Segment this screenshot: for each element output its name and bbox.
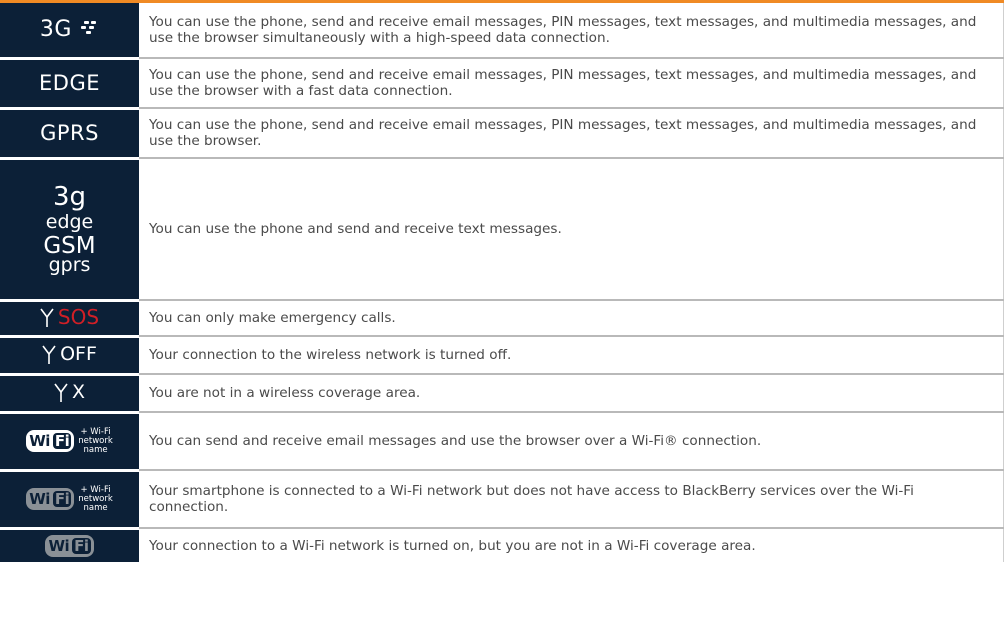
indicator-label-gprs: gprs (48, 253, 91, 276)
network-indicator-table-page: 3G You can use the phone, send and recei… (0, 0, 1004, 638)
wifi-logo-dimmed-icon: Wi Fi (26, 488, 75, 510)
table-row: X You are not in a wireless coverage are… (0, 374, 1004, 414)
antenna-icon (54, 383, 68, 402)
table-row: GPRS You can use the phone, send and rec… (0, 108, 1004, 160)
indicator-label: X (71, 380, 86, 403)
wifi-logo-fi: Fi (72, 536, 91, 555)
indicator-description: You can use the phone, send and receive … (139, 58, 1004, 109)
wifi-logo-wi: Wi (29, 490, 50, 508)
indicator-label: 3G (39, 17, 72, 43)
network-indicator-table: 3G You can use the phone, send and recei… (0, 3, 1004, 562)
wifi-logo-fi: Fi (52, 432, 72, 450)
indicator-description: You can use the phone, send and receive … (139, 108, 1004, 159)
table-row: Wi Fi + Wi-Fi network name Your smartpho… (0, 470, 1004, 530)
wifi-logo-wi: Wi (48, 536, 70, 555)
indicator-description: Your connection to the wireless network … (139, 336, 1004, 375)
indicator-edge: EDGE (0, 58, 139, 110)
table-row: 3G You can use the phone, send and recei… (0, 3, 1004, 60)
indicator-label-3g: 3g (52, 181, 87, 212)
indicator-stacked-voice-only: 3g edge GSM gprs (0, 158, 139, 302)
indicator-description: You can use the phone and send and recei… (139, 158, 1004, 301)
wifi-logo-dimmed-icon: Wi Fi (45, 534, 94, 557)
indicator-wifi-connected: Wi Fi + Wi-Fi network name (0, 412, 139, 472)
wifi-logo-wi: Wi (29, 432, 50, 450)
table-row: SOS You can only make emergency calls. (0, 300, 1004, 338)
indicator-wifi-no-services: Wi Fi + Wi-Fi network name (0, 470, 139, 530)
indicator-label: GPRS (40, 121, 99, 145)
indicator-description: Your smartphone is connected to a Wi-Fi … (139, 470, 1004, 529)
indicator-description: Your connection to a Wi-Fi network is tu… (139, 528, 1004, 562)
indicator-label-edge: edge (45, 210, 94, 233)
indicator-3g: 3G (0, 3, 139, 60)
indicator-no-coverage: X (0, 374, 139, 414)
indicator-description: You are not in a wireless coverage area. (139, 374, 1004, 413)
wifi-logo-icon: Wi Fi (26, 430, 75, 452)
wifi-network-name-note: + Wi-Fi network name (78, 426, 113, 455)
table-row: OFF Your connection to the wireless netw… (0, 336, 1004, 376)
indicator-label: SOS (57, 305, 100, 329)
indicator-sos: SOS (0, 300, 139, 338)
table-row: Wi Fi Your connection to a Wi-Fi network… (0, 528, 1004, 562)
indicator-wifi-no-coverage: Wi Fi (0, 528, 139, 562)
antenna-icon (40, 308, 54, 327)
indicator-gprs: GPRS (0, 108, 139, 160)
indicator-label: OFF (60, 342, 97, 365)
table-row: EDGE You can use the phone, send and rec… (0, 58, 1004, 110)
table-row: Wi Fi + Wi-Fi network name You can send … (0, 412, 1004, 472)
indicator-description: You can use the phone, send and receive … (139, 3, 1004, 59)
antenna-icon (42, 345, 56, 364)
wifi-logo-fi: Fi (52, 490, 72, 508)
table-row: 3g edge GSM gprs You can use the phone a… (0, 158, 1004, 302)
indicator-description: You can only make emergency calls. (139, 300, 1004, 337)
indicator-off: OFF (0, 336, 139, 376)
blackberry-logo-icon (79, 20, 99, 35)
indicator-description: You can send and receive email messages … (139, 412, 1004, 471)
indicator-label: EDGE (39, 71, 100, 95)
wifi-network-name-note: + Wi-Fi network name (78, 484, 113, 513)
